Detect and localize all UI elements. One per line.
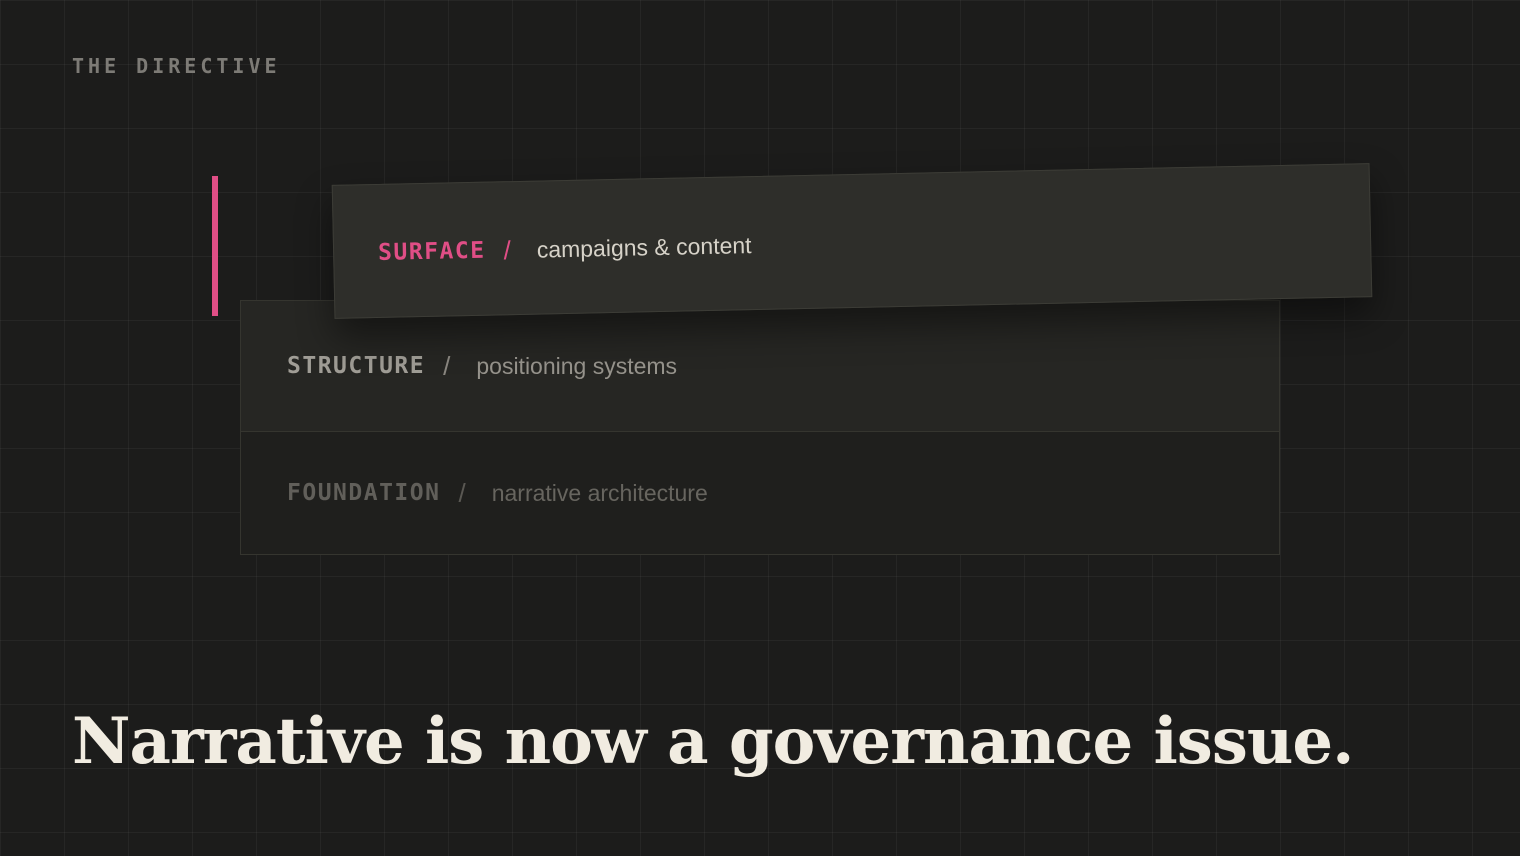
layer-card-structure: STRUCTURE / positioning systems	[240, 300, 1280, 432]
headline: Narrative is now a governance issue.	[72, 704, 1354, 779]
layer-label-structure: STRUCTURE	[287, 353, 426, 379]
layer-label-foundation: FOUNDATION	[287, 480, 441, 506]
layer-description-surface: campaigns & content	[536, 231, 752, 263]
layer-label-surface: SURFACE	[377, 237, 486, 266]
layer-card-foundation: FOUNDATION / narrative architecture	[240, 431, 1280, 555]
layer-description-structure: positioning systems	[476, 352, 678, 379]
layer-description-foundation: narrative architecture	[491, 479, 708, 506]
brand-wordmark: THE DIRECTIVE	[72, 54, 281, 78]
layer-card-surface: SURFACE / campaigns & content	[331, 163, 1373, 319]
layer-separator: /	[503, 234, 512, 265]
layer-separator: /	[458, 477, 466, 508]
active-layer-indicator	[212, 176, 218, 316]
layer-separator: /	[443, 350, 451, 381]
